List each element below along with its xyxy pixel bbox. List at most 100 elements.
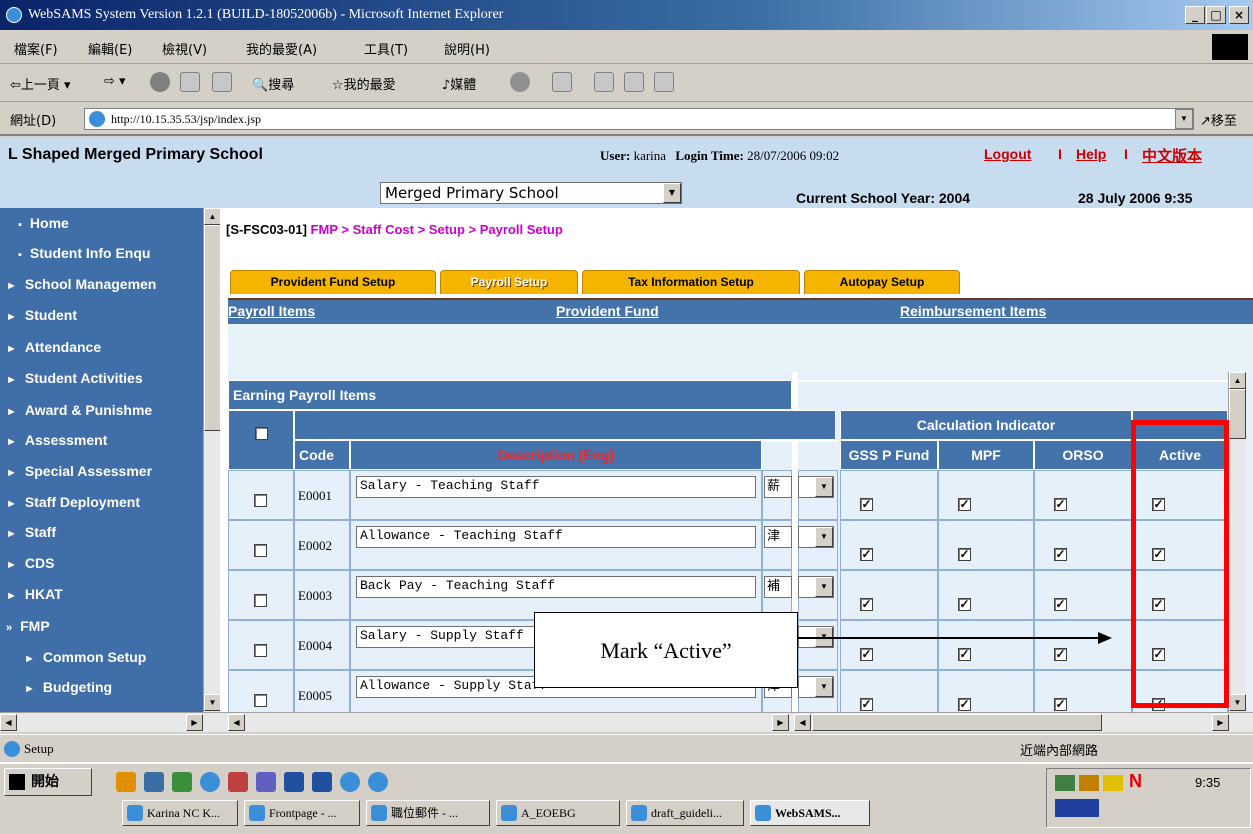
taskbar-task-button[interactable]: A_EOEBG	[496, 800, 620, 826]
outlook-icon[interactable]	[144, 772, 164, 792]
row-select-checkbox[interactable]	[254, 644, 267, 657]
mail-icon[interactable]	[552, 72, 572, 92]
scroll-up-icon[interactable]: ▲	[204, 208, 221, 225]
gss-checkbox[interactable]: ✓	[860, 698, 873, 711]
scroll-down-icon[interactable]: ▼	[204, 694, 221, 711]
access-icon[interactable]	[284, 772, 304, 792]
back-button[interactable]: ⇦上一頁 ▾	[10, 74, 71, 93]
tab-payroll-setup[interactable]: Payroll Setup	[440, 270, 578, 294]
refresh-icon[interactable]	[180, 72, 200, 92]
chinese-desc-input[interactable]: 補發	[764, 576, 792, 598]
sidebar-item[interactable]: ► Award & Punishme	[0, 395, 203, 425]
sidebar-item[interactable]: ► Student Activities	[0, 363, 203, 393]
menu-file[interactable]: 檔案(F)	[14, 39, 58, 58]
menu-edit[interactable]: 編輯(E)	[88, 39, 132, 58]
sidebar-item[interactable]: ► HKAT	[0, 579, 203, 609]
tray-icon[interactable]	[1079, 775, 1099, 791]
print-icon[interactable]	[594, 72, 614, 92]
home-icon[interactable]	[212, 72, 232, 92]
sidebar-item[interactable]: ▪ Home	[0, 208, 203, 238]
menu-view[interactable]: 檢視(V)	[162, 39, 207, 58]
description-input[interactable]: Allowance - Teaching Staff	[356, 526, 756, 548]
taskbar-task-button[interactable]: WebSAMS...	[750, 800, 870, 826]
row-select-checkbox[interactable]	[254, 594, 267, 607]
hscroll2-left-icon[interactable]: ◀	[228, 714, 245, 731]
maximize-button[interactable]: □	[1206, 6, 1226, 24]
sidebar-item[interactable]: ► CDS	[0, 548, 203, 578]
grid-scrollbar[interactable]: ▲ ▼	[1228, 372, 1246, 712]
hscroll3-right-icon[interactable]: ▶	[1212, 714, 1229, 731]
tab-autopay-setup[interactable]: Autopay Setup	[804, 270, 960, 294]
sidebar-item[interactable]: ► Special Assessmer	[0, 456, 203, 486]
subnav-provident-fund[interactable]: Provident Fund	[556, 303, 659, 319]
description-input[interactable]: Back Pay - Teaching Staff	[356, 576, 756, 598]
mpf-checkbox[interactable]: ✓	[958, 498, 971, 511]
forward-button[interactable]: ⇨ ▾	[104, 74, 126, 89]
edit-icon[interactable]	[624, 72, 644, 92]
word-icon[interactable]	[312, 772, 332, 792]
mpf-checkbox[interactable]: ✓	[958, 598, 971, 611]
start-button[interactable]: 開始	[4, 768, 92, 796]
chinese-desc-input[interactable]: 津貼	[764, 526, 792, 548]
browser-icon[interactable]	[200, 772, 220, 792]
orso-checkbox[interactable]: ✓	[1054, 498, 1067, 511]
go-button[interactable]: ↗移至	[1200, 110, 1237, 129]
menu-help[interactable]: 說明(H)	[444, 39, 490, 58]
taskbar-task-button[interactable]: 職位郵件 - ...	[366, 800, 490, 826]
chinese-desc-dropdown[interactable]: ▼	[798, 576, 834, 598]
breadcrumb-fmp[interactable]: FMP	[311, 222, 338, 237]
subnav-reimbursement-items[interactable]: Reimbursement Items	[900, 303, 1046, 319]
sidebar-item[interactable]: ► Budgeting	[0, 672, 203, 702]
row-select-checkbox[interactable]	[254, 544, 267, 557]
hscroll-left-icon[interactable]: ◀	[0, 714, 17, 731]
gss-checkbox[interactable]: ✓	[860, 548, 873, 561]
stop-icon[interactable]	[150, 72, 170, 92]
hscroll3-left-icon[interactable]: ◀	[794, 714, 811, 731]
sidebar-item[interactable]: ► Staff	[0, 517, 203, 547]
media-button[interactable]: ♪媒體	[442, 74, 476, 93]
search-button[interactable]: 🔍搜尋	[252, 74, 294, 93]
orso-checkbox[interactable]: ✓	[1054, 598, 1067, 611]
select-all-checkbox[interactable]	[255, 427, 268, 440]
grid-scroll-down-icon[interactable]: ▼	[1229, 694, 1246, 711]
tray-icon[interactable]	[1055, 775, 1075, 791]
sidebar-item[interactable]: ► School Managemen	[0, 269, 203, 299]
close-button[interactable]: ×	[1229, 6, 1249, 24]
sidebar-item[interactable]: ► Assessment	[0, 425, 203, 455]
sidebar-item[interactable]: ► Attendance	[0, 332, 203, 362]
history-icon[interactable]	[510, 72, 530, 92]
desktop-icon[interactable]	[172, 772, 192, 792]
hscroll-right-icon[interactable]: ▶	[186, 714, 203, 731]
mpf-checkbox[interactable]: ✓	[958, 698, 971, 711]
chinese-desc-dropdown[interactable]: ▼	[798, 676, 834, 698]
chinese-desc-dropdown[interactable]: ▼	[798, 526, 834, 548]
address-dropdown-icon[interactable]: ▼	[1175, 109, 1193, 129]
tab-tax-information-setup[interactable]: Tax Information Setup	[582, 270, 800, 294]
grid-scroll-thumb[interactable]	[1229, 389, 1246, 439]
tray-icon[interactable]	[1103, 775, 1123, 791]
menu-favorites[interactable]: 我的最愛(A)	[246, 39, 317, 58]
sidebar-item[interactable]: ► Common Setup	[0, 642, 203, 672]
mpf-checkbox[interactable]: ✓	[958, 548, 971, 561]
sidebar-item[interactable]: ► Student	[0, 300, 203, 330]
logout-link[interactable]: Logout	[984, 146, 1031, 162]
menu-tools[interactable]: 工具(T)	[364, 39, 408, 58]
norton-icon[interactable]: N	[1129, 771, 1142, 792]
taskbar-task-button[interactable]: draft_guideli...	[626, 800, 744, 826]
chinese-version-link[interactable]: 中文版本	[1142, 145, 1202, 166]
chinese-desc-dropdown[interactable]: ▼	[798, 476, 834, 498]
subnav-payroll-items[interactable]: Payroll Items	[228, 303, 315, 319]
orso-checkbox[interactable]: ✓	[1054, 548, 1067, 561]
taskbar-task-button[interactable]: Frontpage - ...	[244, 800, 360, 826]
address-input[interactable]: http://10.15.35.53/jsp/index.jsp ▼	[84, 108, 1194, 130]
media-player-icon[interactable]	[116, 772, 136, 792]
hscroll2-right-icon[interactable]: ▶	[772, 714, 789, 731]
ie2-icon[interactable]	[368, 772, 388, 792]
row-select-checkbox[interactable]	[254, 694, 267, 707]
gss-checkbox[interactable]: ✓	[860, 598, 873, 611]
sidebar-item[interactable]: » FMP	[0, 611, 203, 641]
row-select-checkbox[interactable]	[254, 494, 267, 507]
sidebar-scrollbar[interactable]: ▲ ▼	[203, 208, 221, 712]
paint-icon[interactable]	[256, 772, 276, 792]
orso-checkbox[interactable]: ✓	[1054, 698, 1067, 711]
